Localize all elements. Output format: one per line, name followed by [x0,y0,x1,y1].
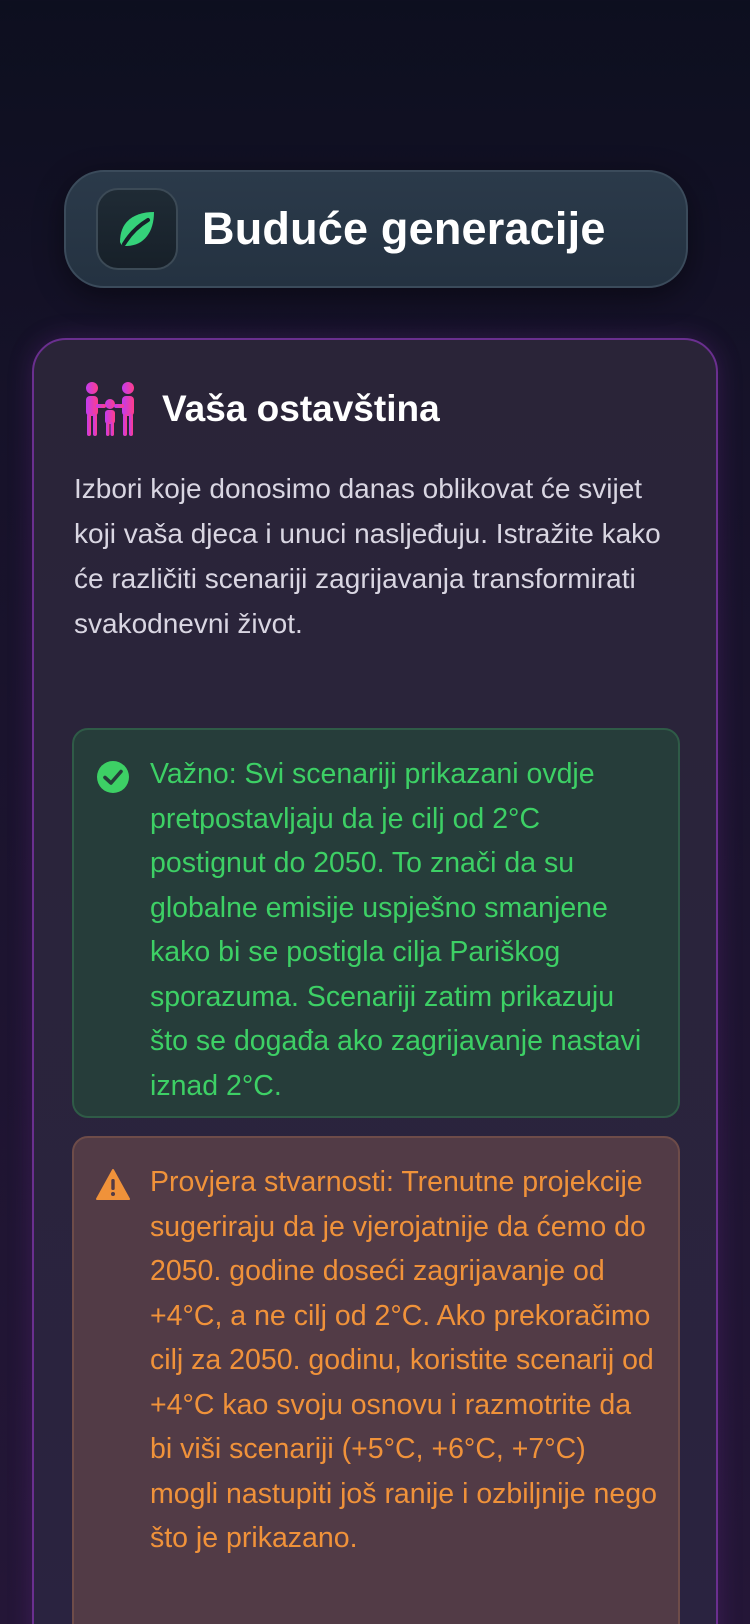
warning-icon [96,1169,130,1200]
important-note-text: Važno: Svi scenariji prikazani ovdje pre… [150,758,642,1102]
page-title: Buduće generacije [202,203,606,254]
intro-text: Izbori koje donosimo danas oblikovat će … [74,473,661,639]
section-header: Vaša ostavština [78,380,440,438]
family-icon [86,382,134,436]
app-header: Buduće generacije [64,170,688,288]
section-title: Vaša ostavština [162,388,440,429]
reality-check-note: Provjera stvarnosti: Trenutne projekcije… [72,1136,680,1624]
check-circle-icon [97,761,129,793]
important-note: Važno: Svi scenariji prikazani ovdje pre… [72,728,680,1118]
legacy-card: Vaša ostavština Izbori koje donosimo dan… [32,338,718,1624]
reality-check-text: Provjera stvarnosti: Trenutne projekcije… [150,1166,657,1554]
leaf-icon [96,188,178,270]
